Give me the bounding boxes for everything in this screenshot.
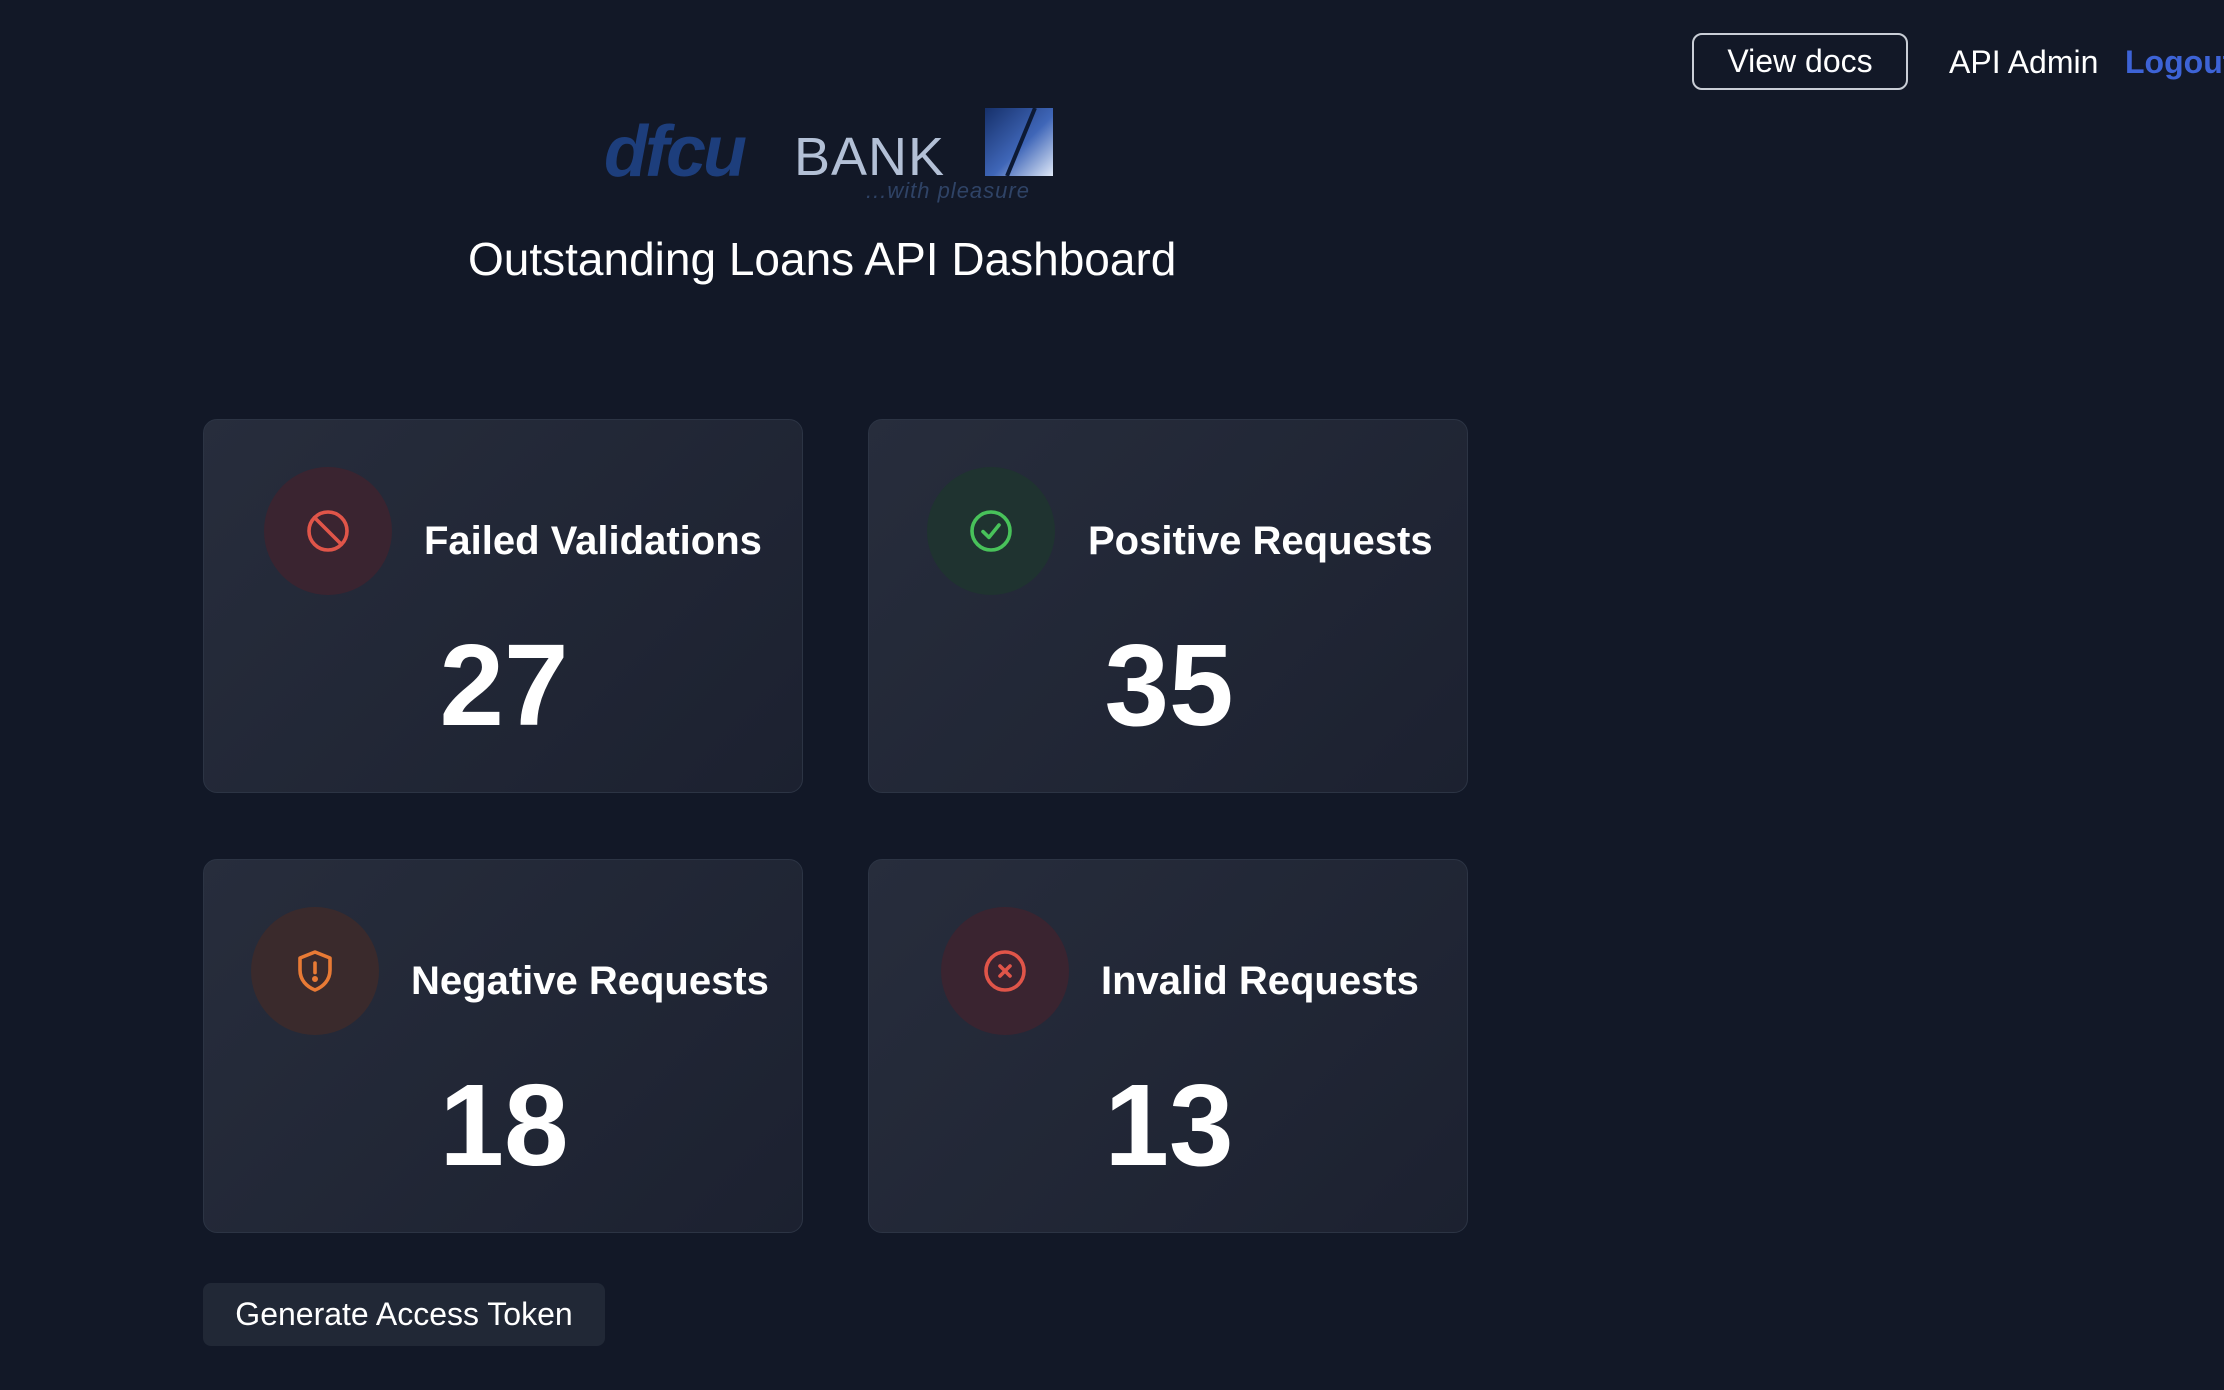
stat-value: 35 bbox=[1104, 620, 1234, 750]
stat-icon-badge bbox=[927, 467, 1055, 595]
stat-card-failed-validations: Failed Validations 27 bbox=[203, 419, 803, 793]
page-title: Outstanding Loans API Dashboard bbox=[468, 233, 1177, 285]
ban-icon bbox=[307, 510, 349, 552]
dfcu-bank-logo: dfcu BANK ...with pleasure bbox=[604, 108, 1054, 204]
stat-icon-badge bbox=[941, 907, 1069, 1035]
dfcu-logo-mark-icon bbox=[985, 108, 1053, 176]
stat-label: Failed Validations bbox=[424, 519, 762, 563]
logo-brand-main: dfcu bbox=[604, 112, 747, 192]
stat-label: Positive Requests bbox=[1088, 519, 1433, 563]
stat-label: Invalid Requests bbox=[1101, 959, 1419, 1003]
stat-value: 13 bbox=[1104, 1060, 1234, 1190]
view-docs-button[interactable]: View docs bbox=[1692, 33, 1908, 90]
stat-value: 18 bbox=[439, 1060, 569, 1190]
stat-value: 27 bbox=[439, 620, 569, 750]
check-circle-icon bbox=[970, 510, 1012, 552]
user-name: API Admin bbox=[1949, 44, 2099, 80]
stat-icon-badge bbox=[264, 467, 392, 595]
stat-label: Negative Requests bbox=[411, 959, 769, 1003]
stat-card-negative-requests: Negative Requests 18 bbox=[203, 859, 803, 1233]
shield-alert-icon bbox=[298, 950, 332, 992]
logo-tagline: ...with pleasure bbox=[866, 178, 1030, 203]
stat-card-invalid-requests: Invalid Requests 13 bbox=[868, 859, 1468, 1233]
x-circle-icon bbox=[984, 950, 1026, 992]
stat-card-positive-requests: Positive Requests 35 bbox=[868, 419, 1468, 793]
stat-icon-badge bbox=[251, 907, 379, 1035]
logout-link[interactable]: Logout bbox=[2125, 40, 2224, 84]
generate-access-token-button[interactable]: Generate Access Token bbox=[203, 1283, 605, 1346]
